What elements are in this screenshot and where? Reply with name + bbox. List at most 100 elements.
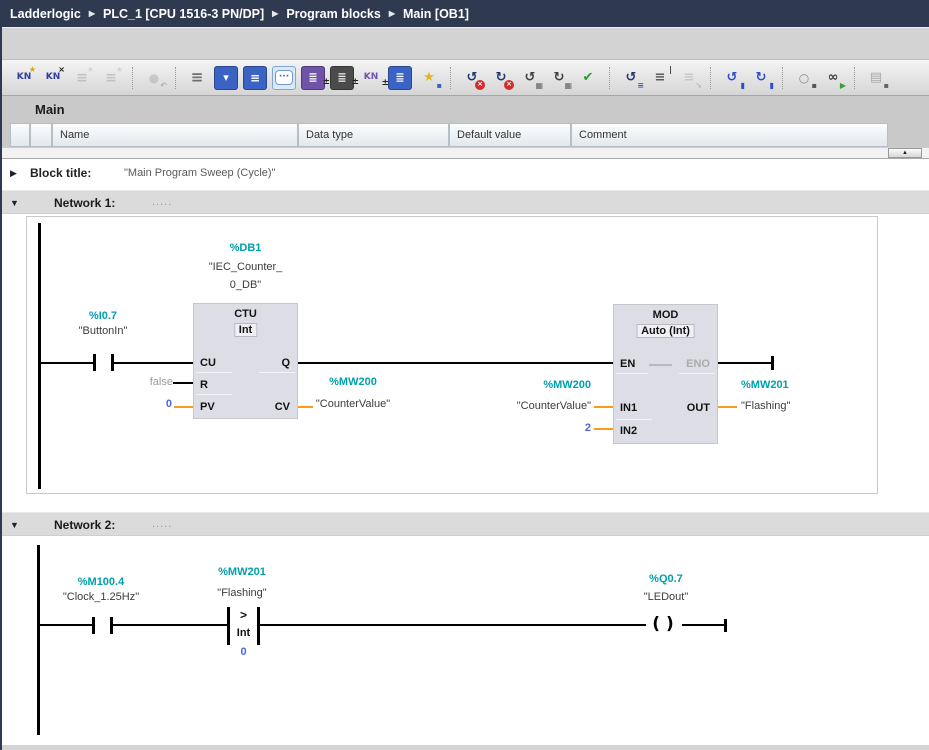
toolbar-icon-data-block-protection[interactable]: ▤▪ [864, 66, 888, 90]
comparator-operator[interactable]: > [227, 608, 260, 622]
toolbar-icon-network-title-display[interactable]: ≣ [388, 66, 412, 90]
toolbar-icon-insert-column[interactable]: ≡★ [99, 66, 123, 90]
toolbar-icon-insert-network[interactable]: KN★ [12, 66, 36, 90]
network-1-canvas: %I0.7 "ButtonIn" %DB1 "IEC_Counter_ 0_DB… [26, 216, 878, 494]
header-cell-blank-2 [30, 123, 52, 147]
breadcrumb-item-plc[interactable]: PLC_1 [CPU 1516-3 PN/DP] [103, 7, 264, 21]
operand-address[interactable]: %MW200 [441, 379, 591, 391]
out-output-wire [718, 406, 737, 408]
coil-ledout[interactable]: ( ) [642, 616, 684, 633]
comparator-value[interactable]: 0 [227, 646, 260, 658]
network-2-header[interactable]: ▼ Network 2: ..... [2, 512, 929, 536]
toolbar-icon-jump-backward[interactable]: ↺▮ [720, 66, 744, 90]
rung-end-tick [724, 619, 727, 632]
pin-out[interactable]: OUT [687, 402, 710, 414]
pin-divider [196, 372, 232, 373]
pv-input-value[interactable]: 0 [92, 398, 172, 410]
pin-in1[interactable]: IN1 [620, 402, 637, 414]
toolbar-icon-consistency-check[interactable]: ✔ [576, 66, 600, 90]
operand-display-dropdown-icon[interactable]: ± [351, 77, 359, 87]
operand-address[interactable]: %I0.7 [43, 310, 163, 322]
header-cell-name[interactable]: Name [52, 123, 298, 147]
comparator-flashing[interactable]: > Int 0 [227, 607, 260, 659]
network-1-header[interactable]: ▼ Network 1: ..... [2, 190, 929, 214]
toolbar-icon-insert-row[interactable]: ≡★ [70, 66, 94, 90]
pin-r[interactable]: R [200, 379, 208, 391]
pin-pv[interactable]: PV [200, 401, 215, 413]
toolbar-icon-favorites[interactable]: ★▪ [417, 66, 441, 90]
go-to-definition-badge-icon: ≡ [637, 82, 644, 90]
pin-cu[interactable]: CU [200, 357, 216, 369]
mod-block-type[interactable]: Auto (Int) [636, 324, 695, 338]
block-title-value[interactable]: "Main Program Sweep (Cycle)" [124, 167, 275, 179]
toolbar-icon-expand-all-networks[interactable]: ≡ [243, 66, 267, 90]
toolbar-icon-delete-network[interactable]: KN× [41, 66, 65, 90]
comparator-data-type[interactable]: Int [227, 627, 260, 639]
toolbar-icon-toggle-network-comments[interactable]: ··· [272, 66, 296, 90]
toolbar-icon-expand-statement[interactable]: ≡| [648, 66, 672, 90]
r-input-value[interactable]: false [73, 376, 173, 388]
insert-column-badge-icon: ★ [116, 66, 123, 74]
toolbar-icon-next-error[interactable]: ↻× [489, 66, 513, 90]
header-cell-blank-1 [10, 123, 30, 147]
toolbar-icon-monitoring-on-off[interactable]: ∞▶ [821, 66, 845, 90]
network-1-comment-placeholder[interactable]: ..... [152, 196, 172, 208]
pin-eno[interactable]: ENO [686, 358, 710, 370]
collapse-network-1-icon[interactable]: ▼ [10, 198, 19, 208]
operand-name[interactable]: "ButtonIn" [43, 325, 163, 337]
network-2-comment-placeholder[interactable]: ..... [152, 518, 172, 530]
operand-name[interactable]: "Clock_1.25Hz" [41, 591, 161, 603]
in2-input-value[interactable]: 2 [491, 422, 591, 434]
operand-name[interactable]: "Flashing" [182, 587, 302, 599]
contact-buttonin[interactable] [93, 354, 114, 371]
breadcrumb-item-program-blocks[interactable]: Program blocks [286, 7, 380, 21]
db-instance-address[interactable]: %DB1 [193, 242, 298, 254]
db-instance-name-line1[interactable]: "IEC_Counter_ [183, 261, 308, 273]
toolbar-icon-absolute-symbolic-operands[interactable]: ≣± [301, 66, 325, 90]
toolbar-icon-go-to-definition[interactable]: ↺≡ [619, 66, 643, 90]
header-cell-data-type[interactable]: Data type [298, 123, 449, 147]
operand-address[interactable]: %M100.4 [41, 576, 161, 588]
collapse-network-2-icon[interactable]: ▼ [10, 520, 19, 530]
toolbar-icon-update-block-call[interactable]: ↺▦ [518, 66, 542, 90]
breadcrumb-item-project[interactable]: Ladderlogic [10, 7, 81, 21]
toolbar-icon-synchronize-block[interactable]: ↻▦ [547, 66, 571, 90]
toolbar-icon-free-form-placement[interactable]: ●↶ [142, 66, 166, 90]
db-instance-name-line2[interactable]: 0_DB" [183, 279, 308, 291]
operand-address[interactable]: %MW200 [293, 376, 413, 388]
monitoring-on-off-badge-icon: ▶ [840, 82, 846, 90]
operand-name[interactable]: "CounterValue" [441, 400, 591, 412]
block-title-label: Block title: [30, 166, 91, 180]
toolbar-icon-find-and-replace[interactable]: ○▪ [792, 66, 816, 90]
ctu-block[interactable]: CTU Int CU Q R PV CV [193, 303, 298, 419]
header-cell-comment[interactable]: Comment [571, 123, 888, 147]
operand-address[interactable]: %MW201 [182, 566, 302, 578]
expand-block-title-icon[interactable]: ▶ [10, 168, 17, 179]
operand-name[interactable]: "Flashing" [741, 400, 871, 412]
toolbar-icon-jump-forward[interactable]: ↻▮ [749, 66, 773, 90]
ladder-wire [113, 624, 227, 626]
toolbar-icon-network-overview[interactable]: ≡ [185, 66, 209, 90]
operand-name[interactable]: "LEDout" [606, 591, 726, 603]
toolbar-icon-collapse-all-networks[interactable]: ▾ [214, 66, 238, 90]
mod-block[interactable]: MOD Auto (Int) EN ENO IN1 OUT IN2 [613, 304, 718, 444]
toolbar-icon-previous-error[interactable]: ↺× [460, 66, 484, 90]
absolute-symbolic-operands-dropdown-icon[interactable]: ± [322, 77, 330, 87]
contact-bar [92, 617, 95, 634]
ctu-block-type[interactable]: Int [234, 323, 257, 337]
operand-address[interactable]: %MW201 [741, 379, 871, 391]
pin-in2[interactable]: IN2 [620, 425, 637, 437]
pin-en[interactable]: EN [620, 358, 635, 370]
breadcrumb-item-main-ob1[interactable]: Main [OB1] [403, 7, 469, 21]
pin-cv[interactable]: CV [275, 401, 290, 413]
toolbar-icon-operand-display[interactable]: ≣± [330, 66, 354, 90]
pin-q[interactable]: Q [281, 357, 290, 369]
toolbar-icon-address-tag-display[interactable]: KN± [359, 66, 383, 90]
collapse-interface-button[interactable]: ▲ [888, 148, 922, 158]
toolbar-icon-collapse-statement[interactable]: ≡↘ [677, 66, 701, 90]
header-cell-default-value[interactable]: Default value [449, 123, 571, 147]
operand-name[interactable]: "CounterValue" [293, 398, 413, 410]
operand-address[interactable]: %Q0.7 [606, 573, 726, 585]
contact-clock[interactable] [92, 617, 113, 634]
interface-splitter[interactable] [2, 147, 929, 159]
